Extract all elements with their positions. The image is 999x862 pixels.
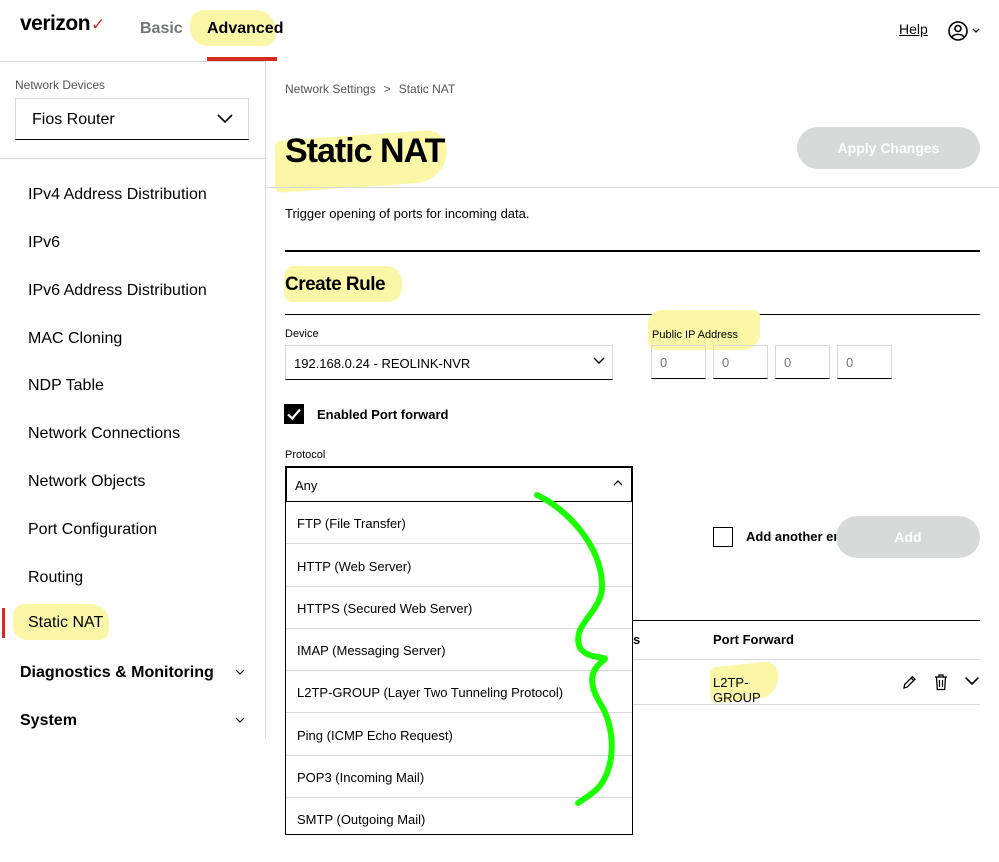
create-rule-heading-wrapper: Create Rule [284, 266, 402, 302]
chevron-down-icon [593, 357, 605, 364]
public-ip-octet-1[interactable]: 0 [651, 345, 706, 379]
top-navigation: verizon✓ Basic Advanced Help [0, 0, 999, 61]
header-divider [266, 187, 999, 188]
nav-advanced-label: Advanced [207, 20, 284, 37]
breadcrumb-static-nat: Static NAT [398, 82, 456, 96]
create-rule-heading: Create Rule [285, 274, 386, 295]
table-bottom-rule [632, 704, 980, 705]
help-link[interactable]: Help [899, 21, 928, 37]
network-device-select[interactable]: Fios Router [15, 98, 249, 140]
nav-basic-tab[interactable]: Basic [140, 20, 183, 38]
table-header-port-forward: Port Forward [713, 632, 794, 647]
checkmark-icon [287, 408, 301, 421]
sidebar-item-ipv4-address-distribution[interactable]: IPv4 Address Distribution [28, 186, 207, 204]
section-divider [285, 250, 980, 252]
user-circle-icon [948, 21, 980, 41]
device-label: Device [285, 328, 319, 340]
device-select-value: 192.168.0.24 - REOLINK-NVR [294, 356, 471, 371]
sidebar-item-ndp-table[interactable]: NDP Table [28, 377, 104, 395]
enabled-port-forward-label: Enabled Port forward [317, 407, 449, 422]
device-select[interactable]: 192.168.0.24 - REOLINK-NVR [285, 345, 613, 380]
create-rule-divider [285, 314, 980, 315]
protocol-option-ftp[interactable]: FTP (File Transfer) [286, 502, 632, 544]
page-title: Static NAT [285, 132, 445, 170]
add-another-label: Add another er [746, 529, 839, 544]
chevron-down-icon[interactable] [235, 669, 245, 676]
protocol-options-list: FTP (File Transfer) HTTP (Web Server) HT… [285, 502, 633, 835]
sidebar-item-port-configuration[interactable]: Port Configuration [28, 521, 157, 539]
sidebar-item-ipv6[interactable]: IPv6 [28, 234, 60, 252]
page-title-wrapper: Static NAT [275, 128, 450, 194]
device-select-value: Fios Router [32, 111, 115, 128]
public-ip-octet-3[interactable]: 0 [775, 345, 830, 379]
protocol-option-ping[interactable]: Ping (ICMP Echo Request) [286, 714, 632, 756]
sidebar-item-network-connections[interactable]: Network Connections [28, 425, 180, 443]
sidebar-group-system[interactable]: System [20, 712, 77, 730]
public-ip-label-wrapper: Public IP Address [648, 310, 760, 350]
sidebar-item-routing[interactable]: Routing [28, 569, 83, 587]
sidebar-group-diagnostics-monitoring[interactable]: Diagnostics & Monitoring [20, 664, 214, 682]
sidebar-item-static-nat[interactable]: Static NAT [13, 604, 109, 640]
table-row: L2TP-GROUP [710, 660, 778, 705]
verizon-logo[interactable]: verizon✓ [20, 12, 105, 36]
port-forward-value: L2TP-GROUP [713, 675, 761, 705]
protocol-option-l2tp-group[interactable]: L2TP-GROUP (Layer Two Tunneling Protocol… [286, 671, 632, 713]
active-item-indicator [2, 608, 5, 638]
breadcrumb-network-settings[interactable]: Network Settings [285, 82, 376, 96]
sidebar-divider [0, 158, 266, 159]
protocol-select[interactable]: Any [285, 466, 633, 503]
sidebar-item-ipv6-address-distribution[interactable]: IPv6 Address Distribution [28, 282, 207, 300]
sidebar-item-mac-cloning[interactable]: MAC Cloning [28, 330, 122, 348]
public-ip-label: Public IP Address [652, 329, 739, 341]
protocol-option-imap[interactable]: IMAP (Messaging Server) [286, 629, 632, 671]
sidebar-item-label: Static NAT [28, 614, 104, 631]
table-row-divider [632, 659, 980, 660]
breadcrumb: Network Settings > Static NAT [285, 82, 455, 96]
page-description: Trigger opening of ports for incoming da… [285, 206, 530, 221]
table-header-cell: s [633, 632, 641, 647]
nav-advanced-tab[interactable]: Advanced [190, 10, 283, 46]
table-header-rule [632, 620, 980, 621]
chevron-down-icon[interactable] [964, 676, 980, 686]
protocol-label: Protocol [285, 449, 326, 461]
add-button[interactable]: Add [836, 516, 980, 558]
chevron-down-icon[interactable] [235, 717, 245, 724]
public-ip-octet-4[interactable]: 0 [837, 345, 892, 379]
protocol-option-http[interactable]: HTTP (Web Server) [286, 545, 632, 587]
public-ip-octet-2[interactable]: 0 [713, 345, 768, 379]
edit-pencil-icon[interactable] [901, 673, 917, 691]
chevron-up-icon [613, 480, 623, 486]
sidebar-item-network-objects[interactable]: Network Objects [28, 473, 145, 491]
network-devices-label: Network Devices [15, 78, 106, 92]
protocol-option-https[interactable]: HTTPS (Secured Web Server) [286, 587, 632, 629]
sidebar: Network Devices Fios Router IPv4 Address… [0, 61, 266, 738]
chevron-down-icon [217, 114, 233, 124]
protocol-option-smtp[interactable]: SMTP (Outgoing Mail) [286, 798, 632, 840]
breadcrumb-separator: > [383, 82, 391, 96]
protocol-select-value: Any [295, 478, 318, 493]
apply-changes-button[interactable]: Apply Changes [797, 127, 980, 169]
logo-check-icon: ✓ [91, 15, 105, 34]
enabled-port-forward-checkbox[interactable] [284, 404, 304, 424]
trash-icon[interactable] [933, 673, 949, 691]
add-another-checkbox[interactable] [713, 527, 733, 547]
user-menu-button[interactable] [947, 19, 983, 43]
protocol-option-pop3[interactable]: POP3 (Incoming Mail) [286, 756, 632, 798]
